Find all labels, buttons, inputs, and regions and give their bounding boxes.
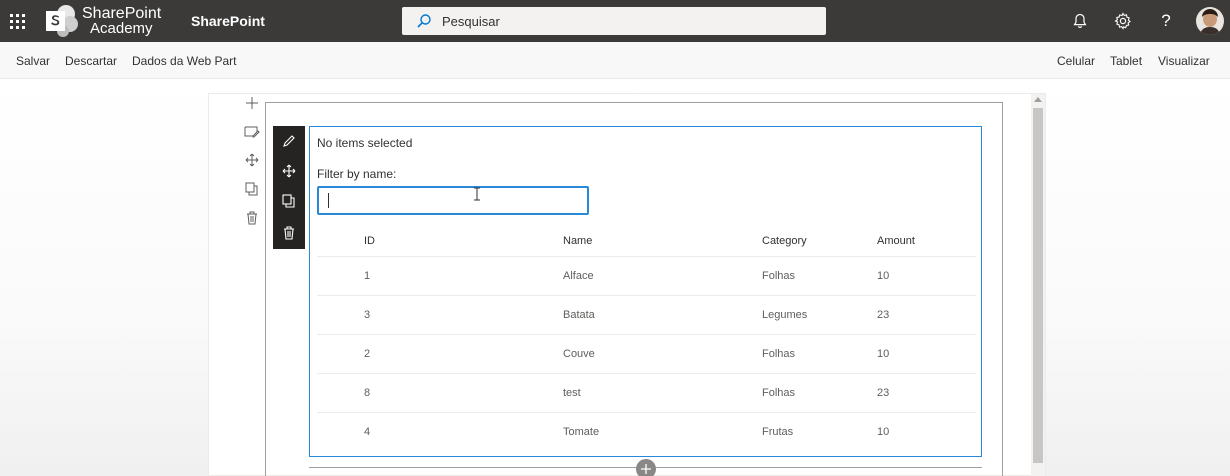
cell-id: 2: [364, 348, 371, 360]
sharepoint-logo-icon: [46, 5, 78, 37]
command-bar: Salvar Descartar Dados da Web Part Celul…: [0, 42, 1230, 79]
cell-id: 4: [364, 426, 371, 438]
preview-button[interactable]: Visualizar: [1158, 54, 1210, 68]
edit-section-icon[interactable]: [243, 123, 261, 141]
search-placeholder: Pesquisar: [442, 13, 500, 29]
text-caret: [328, 193, 329, 208]
table-row[interactable]: 8 test Folhas 23: [317, 373, 976, 412]
cell-amount: 10: [877, 348, 890, 360]
cell-amount: 23: [877, 309, 890, 321]
discard-button[interactable]: Descartar: [65, 54, 117, 68]
list-header: ID Name Category Amount: [317, 223, 976, 256]
add-icon: [641, 464, 651, 474]
cell-name: Alface: [563, 270, 594, 282]
column-header-id[interactable]: ID: [364, 235, 375, 247]
move-icon[interactable]: [279, 161, 299, 181]
move-icon[interactable]: [243, 151, 261, 169]
gear-icon[interactable]: [1112, 10, 1134, 32]
save-button[interactable]: Salvar: [16, 54, 50, 68]
table-row[interactable]: 1 Alface Folhas 10: [317, 256, 976, 295]
avatar[interactable]: [1196, 7, 1224, 35]
site-name-link[interactable]: SharePoint: [191, 13, 265, 29]
duplicate-icon[interactable]: [279, 191, 299, 211]
table-row[interactable]: 2 Couve Folhas 10: [317, 334, 976, 373]
cell-category: Folhas: [762, 270, 796, 282]
cell-id: 1: [364, 270, 371, 282]
webpart-data-button[interactable]: Dados da Web Part: [132, 54, 237, 68]
mobile-preview-button[interactable]: Celular: [1057, 54, 1095, 68]
add-icon[interactable]: [243, 94, 261, 112]
cell-id: 8: [364, 387, 371, 399]
delete-icon[interactable]: [243, 209, 261, 227]
cell-category: Legumes: [762, 309, 808, 321]
cell-id: 3: [364, 309, 371, 321]
tablet-preview-button[interactable]: Tablet: [1110, 54, 1142, 68]
table-row[interactable]: 4 Tomate Frutas 10: [317, 412, 976, 451]
search-icon: [417, 14, 431, 28]
scroll-thumb[interactable]: [1033, 108, 1043, 463]
suite-bar: SharePoint Academy SharePoint Pesquisar …: [0, 0, 1230, 42]
search-box[interactable]: Pesquisar: [402, 7, 826, 35]
cell-name: Couve: [563, 348, 595, 360]
vertical-scrollbar[interactable]: [1031, 94, 1045, 476]
cell-amount: 10: [877, 270, 890, 282]
cell-amount: 10: [877, 426, 890, 438]
filter-by-name-input[interactable]: [317, 186, 589, 215]
add-webpart-button[interactable]: [636, 459, 656, 476]
ibeam-cursor-icon: [474, 187, 480, 201]
help-icon[interactable]: ?: [1155, 10, 1177, 32]
delete-icon[interactable]: [279, 223, 299, 243]
column-header-amount[interactable]: Amount: [877, 235, 915, 247]
scroll-up-arrow[interactable]: [1034, 97, 1042, 102]
edit-icon[interactable]: [279, 131, 299, 151]
app-launcher-icon[interactable]: [0, 0, 34, 42]
webpart[interactable]: No items selected Filter by name: ID Nam…: [309, 126, 982, 457]
cell-category: Folhas: [762, 348, 796, 360]
column-header-name[interactable]: Name: [563, 235, 592, 247]
filter-label: Filter by name:: [317, 167, 397, 181]
logo-line-2: Academy: [90, 20, 153, 37]
webpart-toolbar: [273, 126, 305, 249]
duplicate-icon[interactable]: [243, 180, 261, 198]
logo-line-1: SharePoint: [82, 5, 162, 22]
column-header-category[interactable]: Category: [762, 235, 807, 247]
cell-name: Tomate: [563, 426, 600, 438]
cell-name: Batata: [563, 309, 595, 321]
selection-status: No items selected: [317, 136, 413, 150]
details-list: ID Name Category Amount 1 Alface Folhas …: [317, 223, 976, 451]
cell-name: test: [563, 387, 581, 399]
table-row[interactable]: 3 Batata Legumes 23: [317, 295, 976, 334]
cell-category: Folhas: [762, 387, 796, 399]
bell-icon[interactable]: [1069, 10, 1091, 32]
cell-amount: 23: [877, 387, 890, 399]
cell-category: Frutas: [762, 426, 794, 438]
sharepoint-academy-logo[interactable]: SharePoint Academy: [45, 4, 161, 38]
